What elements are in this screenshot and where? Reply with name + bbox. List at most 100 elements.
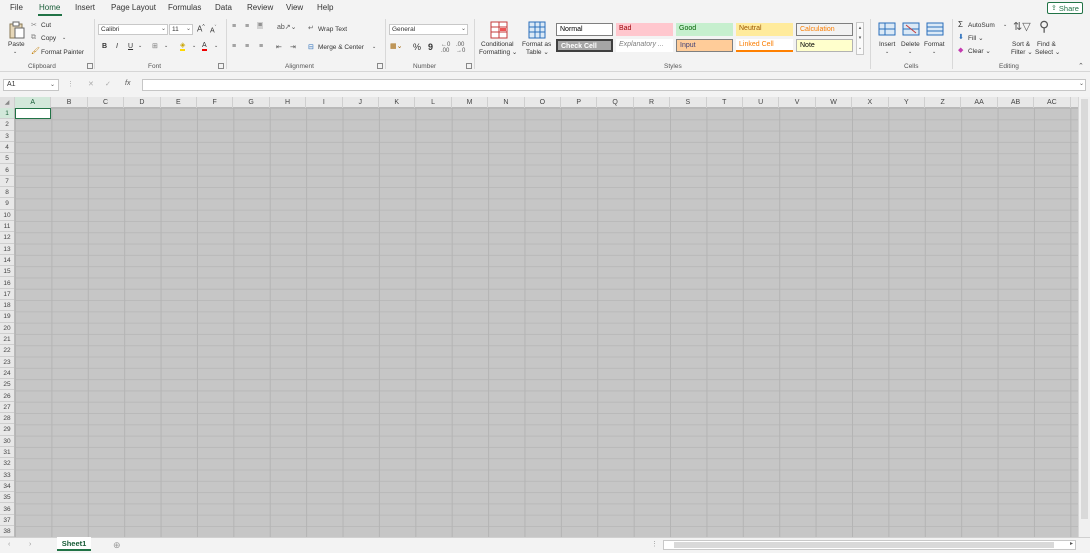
style-good[interactable]: Good	[676, 23, 733, 36]
row-header[interactable]: 38	[0, 526, 14, 537]
style-calculation[interactable]: Calculation	[796, 23, 853, 36]
copy-button[interactable]: Copy	[41, 35, 56, 43]
tab-help[interactable]: Help	[317, 3, 333, 12]
row-header[interactable]: 10	[0, 210, 14, 221]
top-align-icon[interactable]: ≡	[232, 23, 236, 30]
autosum-button[interactable]: AutoSum	[968, 22, 995, 30]
column-header[interactable]: L	[415, 97, 452, 108]
column-header[interactable]: X	[852, 97, 889, 108]
row-header[interactable]: 37	[0, 515, 14, 527]
font-color-icon[interactable]: A	[202, 42, 207, 51]
align-right-icon[interactable]: ≡	[259, 43, 263, 50]
borders-icon[interactable]: ⊞	[152, 42, 158, 50]
row-header[interactable]: 28	[0, 413, 14, 425]
column-header[interactable]: V	[779, 97, 816, 108]
style-bad[interactable]: Bad	[616, 23, 673, 36]
middle-align-icon[interactable]: ≡	[245, 23, 249, 30]
column-header[interactable]: Q	[597, 97, 634, 108]
format-cells-button[interactable]: Format	[924, 41, 945, 49]
column-header[interactable]: G	[233, 97, 270, 108]
underline-button[interactable]: U	[128, 43, 133, 50]
tab-insert[interactable]: Insert	[75, 3, 95, 12]
column-header[interactable]: A	[15, 97, 52, 108]
delete-dropdown-icon[interactable]: ⌄	[908, 49, 912, 55]
row-header[interactable]: 16	[0, 278, 14, 289]
prev-sheet-icon[interactable]: ‹	[8, 541, 10, 548]
style-neutral[interactable]: Neutral	[736, 23, 793, 36]
shrink-font-button[interactable]: Aˇ	[210, 25, 216, 34]
column-header[interactable]: U	[743, 97, 780, 108]
row-header[interactable]: 9	[0, 198, 14, 210]
italic-button[interactable]: I	[116, 43, 118, 50]
accounting-format-icon[interactable]: ▦⌄	[390, 42, 402, 50]
conditional-formatting-label-1[interactable]: Conditional	[481, 41, 514, 49]
expand-formula-bar-icon[interactable]: ⌄	[1079, 80, 1084, 87]
column-header[interactable]: S	[670, 97, 707, 108]
row-header[interactable]: 30	[0, 436, 14, 447]
decrease-decimal-icon[interactable]: .00 →0	[456, 42, 465, 54]
row-header[interactable]: 1	[0, 108, 14, 120]
row-header[interactable]: 27	[0, 402, 14, 414]
insert-cells-button[interactable]: Insert	[879, 41, 895, 49]
row-header[interactable]: 12	[0, 232, 14, 244]
font-size-select[interactable]: 11 ⌄	[169, 24, 193, 35]
column-header[interactable]: D	[124, 97, 161, 108]
increase-indent-icon[interactable]: ⇥	[290, 43, 296, 51]
column-header[interactable]: AC	[1034, 97, 1071, 108]
row-header[interactable]: 31	[0, 447, 14, 459]
column-header[interactable]: E	[161, 97, 197, 108]
clipboard-launcher-icon[interactable]	[87, 63, 93, 69]
tab-review[interactable]: Review	[247, 3, 273, 12]
tab-view[interactable]: View	[286, 3, 303, 12]
style-input[interactable]: Input	[676, 39, 733, 52]
sheet-tab-sheet1[interactable]: Sheet1	[57, 537, 91, 551]
paste-dropdown-icon[interactable]: ⌄	[13, 49, 17, 55]
tab-split-icon[interactable]: ⋮	[651, 540, 658, 548]
cut-button[interactable]: Cut	[41, 22, 51, 30]
font-color-dropdown-icon[interactable]: ⌄	[214, 43, 218, 49]
percent-style-button[interactable]: %	[413, 42, 421, 52]
row-header[interactable]: 29	[0, 424, 14, 436]
enter-icon[interactable]: ✓	[105, 80, 111, 88]
column-header[interactable]: T	[707, 97, 743, 108]
bold-button[interactable]: B	[102, 43, 107, 50]
cancel-icon[interactable]: ✕	[88, 80, 94, 88]
insert-function-button[interactable]: fx	[125, 80, 130, 87]
row-header[interactable]: 36	[0, 504, 14, 515]
column-header[interactable]: B	[51, 97, 88, 108]
conditional-formatting-label-2[interactable]: Formatting ⌄	[479, 49, 517, 57]
wrap-text-button[interactable]: Wrap Text	[318, 26, 347, 34]
row-header[interactable]: 23	[0, 357, 14, 368]
style-check-cell[interactable]: Check Cell	[556, 39, 613, 52]
horizontal-scroll-thumb[interactable]	[674, 542, 1054, 548]
style-linked-cell[interactable]: Linked Cell	[736, 39, 793, 52]
number-format-select[interactable]: General ⌄	[389, 24, 468, 35]
column-header[interactable]: P	[561, 97, 598, 108]
row-header[interactable]: 4	[0, 142, 14, 154]
sort-filter-label-1[interactable]: Sort &	[1012, 41, 1030, 49]
find-select-label-1[interactable]: Find &	[1037, 41, 1056, 49]
name-box[interactable]: A1 ⌄	[3, 79, 59, 91]
row-header[interactable]: 34	[0, 481, 14, 493]
column-header[interactable]: Z	[925, 97, 962, 108]
row-header[interactable]: 32	[0, 458, 14, 470]
vertical-scrollbar[interactable]	[1078, 97, 1090, 537]
column-header[interactable]: H	[270, 97, 307, 108]
row-header[interactable]: 17	[0, 289, 14, 301]
row-header[interactable]: 8	[0, 187, 14, 199]
format-as-table-label-2[interactable]: Table ⌄	[526, 49, 549, 57]
column-header[interactable]: J	[343, 97, 379, 108]
conditional-formatting-icon[interactable]	[489, 20, 509, 40]
column-header[interactable]: F	[197, 97, 234, 108]
row-header[interactable]: 11	[0, 221, 14, 233]
paste-label[interactable]: Paste	[8, 41, 25, 49]
bottom-align-icon[interactable]: ≡	[257, 22, 264, 29]
sort-filter-icon[interactable]: ⇅▽	[1013, 20, 1031, 33]
merge-center-button[interactable]: Merge & Center	[318, 44, 364, 52]
insert-dropdown-icon[interactable]: ⌄	[885, 49, 889, 55]
column-header[interactable]: I	[306, 97, 343, 108]
column-header[interactable]: M	[452, 97, 489, 108]
vertical-scroll-thumb[interactable]	[1081, 99, 1088, 519]
row-header[interactable]: 20	[0, 323, 14, 334]
more-options-icon[interactable]: ⋮	[67, 80, 74, 88]
